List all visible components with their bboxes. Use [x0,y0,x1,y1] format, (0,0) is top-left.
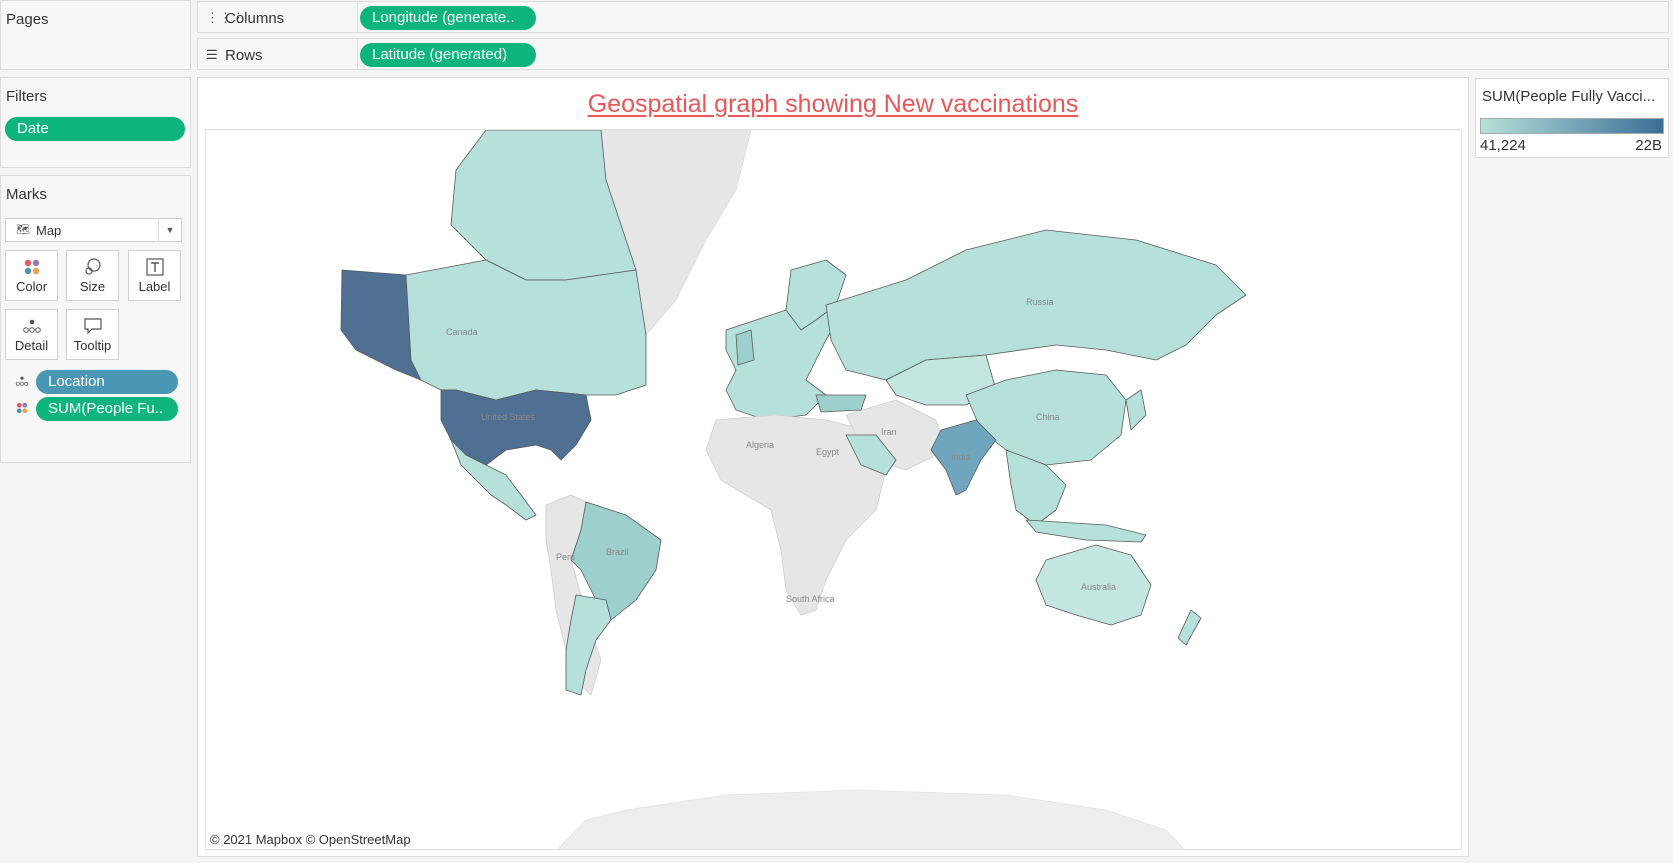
columns-label-area: ⋮⋮⋮ Columns [198,2,358,32]
legend-max: 22B [1635,137,1662,154]
color-icon [6,257,57,277]
label-button[interactable]: Label [128,250,181,301]
view-title[interactable]: Geospatial graph showing New vaccination… [198,90,1468,119]
tooltip-button[interactable]: Tooltip [66,309,119,360]
detail-icon [6,316,57,336]
map-label-egypt: Egypt [816,447,840,457]
detail-button[interactable]: Detail [5,309,58,360]
map-label-china: China [1036,412,1060,422]
map-label-iran: Iran [881,427,897,437]
detail-label: Detail [14,338,49,353]
region-canada [405,259,647,401]
pages-shelf[interactable]: Pages [0,0,191,70]
map-label-us: United States [481,412,536,422]
filters-shelf[interactable]: Filters Date [0,77,191,168]
label-label: Label [138,279,171,294]
map-icon: 🗺 [16,224,30,236]
sum-people-fully-vaccinated-pill[interactable]: SUM(People Fu.. [36,397,178,421]
size-icon [67,257,118,277]
map-label-peru: Peru [556,552,575,562]
region-turkey [815,394,867,413]
latitude-pill[interactable]: Latitude (generated) [360,43,536,67]
tooltip-label: Tooltip [73,338,112,353]
longitude-pill[interactable]: Longitude (generate.. [360,6,536,30]
columns-shelf[interactable]: ⋮⋮⋮ Columns Longitude (generate.. [197,1,1669,33]
text-icon [129,257,180,277]
legend-min: 41,224 [1480,137,1526,154]
rows-label-area: ☰ Rows [198,39,358,69]
color-small-icon [15,401,29,420]
detail-small-icon [15,374,29,393]
region-uk [735,329,755,366]
map-label-russia: Russia [1026,297,1054,307]
columns-label: Columns [225,10,285,27]
mark-type-dropdown[interactable]: 🗺 Map ▼ [5,218,182,242]
map-label-india: India [951,452,971,462]
marks-title: Marks [6,186,47,203]
location-pill[interactable]: Location [36,370,178,394]
map-label-south-africa: South Africa [786,594,835,604]
chevron-down-icon[interactable]: ▼ [158,219,181,241]
map-label-canada: Canada [446,327,478,337]
mark-type-value: Map [36,223,62,238]
legend-title: SUM(People Fully Vacci... [1482,88,1656,105]
map-label-australia: Australia [1081,582,1116,592]
date-filter-pill[interactable]: Date [5,117,185,141]
color-button[interactable]: Color [5,250,58,301]
tooltip-icon [67,316,118,336]
size-button[interactable]: Size [66,250,119,301]
rows-icon: ☰ [206,47,218,62]
color-legend[interactable]: SUM(People Fully Vacci... 41,224 22B [1475,78,1669,158]
filters-title: Filters [6,88,47,105]
color-label: Color [15,279,48,294]
world-map[interactable]: Canada United States Brazil Peru Algeria… [206,130,1462,850]
map-label-brazil: Brazil [606,547,629,557]
map-view[interactable]: Canada United States Brazil Peru Algeria… [205,129,1462,850]
size-label: Size [79,279,106,294]
legend-color-ramp [1480,118,1664,134]
map-attribution[interactable]: © 2021 Mapbox © OpenStreetMap [210,832,411,847]
rows-label: Rows [225,47,263,64]
map-label-algeria: Algeria [746,440,774,450]
rows-shelf[interactable]: ☰ Rows Latitude (generated) [197,38,1669,70]
pages-title: Pages [6,11,49,28]
